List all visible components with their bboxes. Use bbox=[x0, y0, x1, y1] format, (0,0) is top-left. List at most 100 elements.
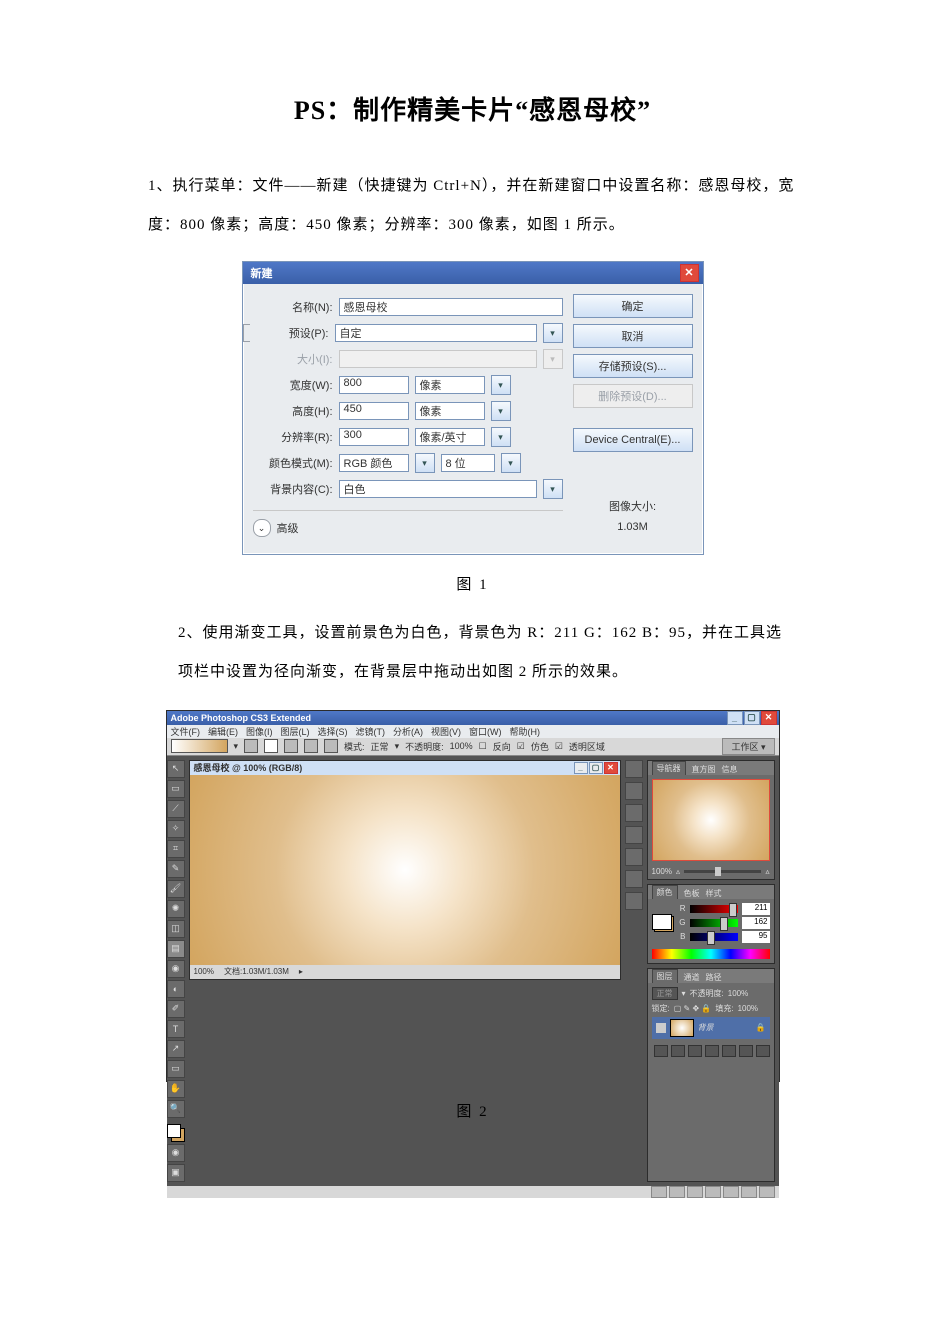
close-icon[interactable]: ✕ bbox=[761, 711, 777, 725]
fill-value[interactable]: 100% bbox=[738, 1004, 758, 1013]
blur-tool-icon[interactable]: ◉ bbox=[167, 960, 185, 978]
height-input[interactable]: 450 bbox=[339, 402, 409, 420]
chevron-down-icon[interactable]: ▾ bbox=[491, 427, 511, 447]
minimize-icon[interactable]: _ bbox=[574, 762, 588, 774]
trash-icon[interactable] bbox=[756, 1045, 770, 1057]
bgcontent-select[interactable]: 白色 bbox=[339, 480, 537, 498]
nav-zoom-value[interactable]: 100% bbox=[652, 867, 672, 876]
lasso-tool-icon[interactable]: ⟋ bbox=[167, 800, 185, 818]
document-titlebar[interactable]: 感恩母校 @ 100% (RGB/8) _ ▢ ✕ bbox=[190, 761, 620, 775]
cancel-button[interactable]: 取消 bbox=[573, 324, 693, 348]
menu-item[interactable]: 滤镜(T) bbox=[356, 725, 386, 738]
tab-paths[interactable]: 路径 bbox=[706, 972, 722, 983]
zoom-slider[interactable] bbox=[684, 870, 762, 873]
option-flag[interactable]: 仿色 bbox=[531, 740, 549, 753]
zoom-out-icon[interactable]: ▵ bbox=[676, 867, 680, 876]
r-slider[interactable] bbox=[690, 905, 738, 913]
brush-tool-icon[interactable]: 🖌 bbox=[167, 880, 185, 898]
tab-layers[interactable]: 图层 bbox=[652, 969, 678, 983]
chevron-down-icon[interactable]: ▾ bbox=[501, 453, 521, 473]
quickmask-icon[interactable]: ◉ bbox=[167, 1144, 185, 1162]
eraser-tool-icon[interactable]: ◫ bbox=[167, 920, 185, 938]
gradient-linear-icon[interactable] bbox=[244, 739, 258, 753]
marquee-tool-icon[interactable]: ▭ bbox=[167, 780, 185, 798]
resolution-input[interactable]: 300 bbox=[339, 428, 409, 446]
status-icon[interactable] bbox=[705, 1186, 721, 1198]
b-value[interactable]: 95 bbox=[742, 931, 770, 943]
menu-item[interactable]: 编辑(E) bbox=[208, 725, 238, 738]
menu-item[interactable]: 窗口(W) bbox=[469, 725, 502, 738]
blend-mode[interactable]: 正常 bbox=[652, 987, 678, 1000]
maximize-icon[interactable]: ▢ bbox=[589, 762, 603, 774]
colormode-select[interactable]: RGB 颜色 bbox=[339, 454, 409, 472]
eyedropper-tool-icon[interactable]: ✎ bbox=[167, 860, 185, 878]
g-value[interactable]: 162 bbox=[742, 917, 770, 929]
dock-icon[interactable] bbox=[625, 760, 643, 778]
name-input[interactable]: 感恩母校 bbox=[339, 298, 563, 316]
expand-icon[interactable]: ⌄ bbox=[253, 519, 271, 537]
dodge-tool-icon[interactable]: ◐ bbox=[167, 980, 185, 998]
menu-bar[interactable]: 文件(F) 编辑(E) 图像(I) 图层(L) 选择(S) 滤镜(T) 分析(A… bbox=[167, 725, 779, 738]
screenmode-icon[interactable]: ▣ bbox=[167, 1164, 185, 1182]
close-icon[interactable]: ✕ bbox=[604, 762, 618, 774]
colordepth-select[interactable]: 8 位 bbox=[441, 454, 495, 472]
stamp-tool-icon[interactable]: ✺ bbox=[167, 900, 185, 918]
zoom-value[interactable]: 100% bbox=[194, 967, 214, 976]
adjustment-icon[interactable] bbox=[705, 1045, 719, 1057]
option-flag[interactable]: 反向 bbox=[493, 740, 511, 753]
layer-thumbnail[interactable] bbox=[670, 1019, 694, 1037]
dock-icon[interactable] bbox=[625, 848, 643, 866]
tab-styles[interactable]: 样式 bbox=[706, 888, 722, 899]
dock-icon[interactable] bbox=[625, 826, 643, 844]
dock-icon[interactable] bbox=[625, 782, 643, 800]
tab-channels[interactable]: 通道 bbox=[684, 972, 700, 983]
dock-icon[interactable] bbox=[625, 870, 643, 888]
spectrum-bar[interactable] bbox=[652, 949, 770, 959]
gradient-reflected-icon[interactable] bbox=[304, 739, 318, 753]
tab-histogram[interactable]: 直方图 bbox=[692, 764, 716, 775]
link-icon[interactable] bbox=[654, 1045, 668, 1057]
status-icon[interactable] bbox=[651, 1186, 667, 1198]
tab-info[interactable]: 信息 bbox=[722, 764, 738, 775]
width-unit[interactable]: 像素 bbox=[415, 376, 485, 394]
workspace-dropdown[interactable]: 工作区 ▾ bbox=[722, 738, 774, 755]
ok-button[interactable]: 确定 bbox=[573, 294, 693, 318]
save-preset-button[interactable]: 存储预设(S)... bbox=[573, 354, 693, 378]
gradient-diamond-icon[interactable] bbox=[324, 739, 338, 753]
fg-swatch[interactable] bbox=[652, 914, 672, 930]
status-icon[interactable] bbox=[723, 1186, 739, 1198]
path-tool-icon[interactable]: ↗ bbox=[167, 1040, 185, 1058]
tab-swatches[interactable]: 色板 bbox=[684, 888, 700, 899]
opacity-value[interactable]: 100% bbox=[450, 741, 473, 751]
move-tool-icon[interactable]: ↖ bbox=[167, 760, 185, 778]
layer-row[interactable]: 背景 🔒 bbox=[652, 1017, 770, 1039]
resolution-unit[interactable]: 像素/英寸 bbox=[415, 428, 485, 446]
shape-tool-icon[interactable]: ▭ bbox=[167, 1060, 185, 1078]
options-bar[interactable]: ▾ 模式: 正常 ▾ 不透明度: 100% ☐反向 ☑仿色 ☑透明区域 工作区 … bbox=[167, 738, 779, 756]
wand-tool-icon[interactable]: ✧ bbox=[167, 820, 185, 838]
app-titlebar[interactable]: Adobe Photoshop CS3 Extended _ ▢ ✕ bbox=[167, 711, 779, 725]
r-value[interactable]: 211 bbox=[742, 903, 770, 915]
pen-tool-icon[interactable]: ✐ bbox=[167, 1000, 185, 1018]
zoom-in-icon[interactable]: ▵ bbox=[765, 867, 769, 876]
fx-icon[interactable] bbox=[671, 1045, 685, 1057]
layer-name[interactable]: 背景 bbox=[698, 1022, 714, 1033]
menu-item[interactable]: 图层(L) bbox=[281, 725, 310, 738]
gradient-tool-icon[interactable]: ▤ bbox=[167, 940, 185, 958]
menu-item[interactable]: 图像(I) bbox=[246, 725, 273, 738]
status-icon[interactable] bbox=[741, 1186, 757, 1198]
chevron-down-icon[interactable]: ▾ bbox=[491, 375, 511, 395]
color-swatches[interactable] bbox=[167, 1124, 185, 1142]
chevron-down-icon[interactable]: ▾ bbox=[491, 401, 511, 421]
menu-item[interactable]: 分析(A) bbox=[393, 725, 423, 738]
dialog-titlebar[interactable]: 新建 ✕ bbox=[243, 262, 703, 284]
chevron-down-icon[interactable]: ▾ bbox=[415, 453, 435, 473]
toolbox[interactable]: ↖ ▭ ⟋ ✧ ⌗ ✎ 🖌 ✺ ◫ ▤ ◉ ◐ ✐ T ↗ ▭ ✋ bbox=[167, 756, 185, 1186]
crop-tool-icon[interactable]: ⌗ bbox=[167, 840, 185, 858]
group-icon[interactable] bbox=[722, 1045, 736, 1057]
new-layer-icon[interactable] bbox=[739, 1045, 753, 1057]
status-icon[interactable] bbox=[687, 1186, 703, 1198]
chevron-down-icon[interactable]: ▾ bbox=[543, 479, 563, 499]
eye-icon[interactable] bbox=[656, 1023, 666, 1033]
status-icon[interactable] bbox=[759, 1186, 775, 1198]
